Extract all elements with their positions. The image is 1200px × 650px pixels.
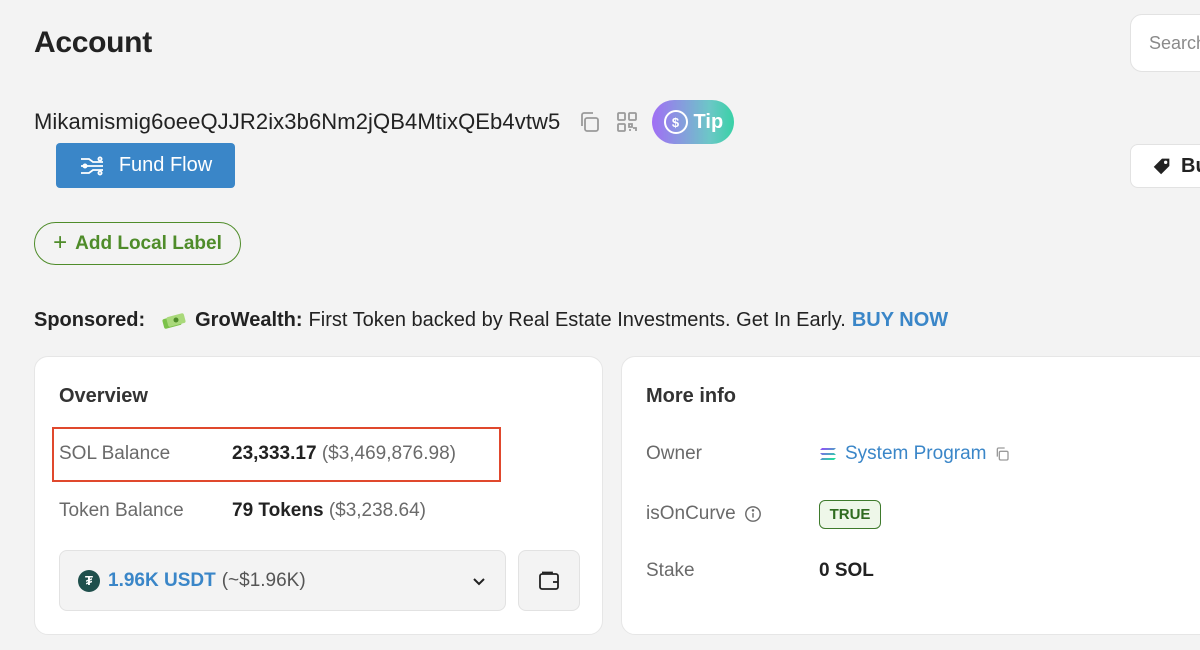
token-balance-value: 79 Tokens ($3,238.64) bbox=[232, 500, 426, 522]
account-address: Mikamismig6oeeQJJR2ix3b6Nm2jQB4MtixQEb4v… bbox=[34, 109, 561, 134]
sol-amount: 23,333.17 bbox=[232, 443, 317, 464]
buy-button[interactable]: Bu bbox=[1130, 144, 1200, 188]
overview-card: Overview SOL Balance 23,333.17 ($3,469,8… bbox=[34, 356, 603, 635]
more-info-card: More info Owner System Program isOnCurve… bbox=[621, 356, 1200, 635]
sol-usd: ($3,469,876.98) bbox=[321, 443, 456, 464]
solana-icon bbox=[820, 448, 836, 460]
is-on-curve-label: isOnCurve bbox=[646, 503, 736, 524]
fund-flow-label: Fund Flow bbox=[118, 154, 213, 176]
token-dropdown[interactable]: ₮ 1.96K USDT (~$1.96K) bbox=[59, 550, 506, 611]
sponsored-label: Sponsored: bbox=[34, 309, 146, 331]
copy-icon[interactable] bbox=[994, 446, 1010, 462]
add-local-label-button[interactable]: + Add Local Label bbox=[34, 222, 241, 265]
sponsored-brand: GroWealth: bbox=[195, 309, 303, 331]
system-program-link[interactable]: System Program bbox=[845, 443, 986, 465]
owner-value: System Program bbox=[819, 443, 1010, 465]
more-info-title: More info bbox=[646, 385, 736, 407]
wallet-icon bbox=[539, 571, 559, 590]
usdt-icon: ₮ bbox=[78, 569, 100, 592]
tip-label: Tip bbox=[693, 110, 724, 133]
token-dropdown-amount: 1.96K USDT bbox=[108, 569, 216, 591]
fund-flow-button[interactable]: Fund Flow bbox=[56, 143, 235, 188]
chevron-down-icon bbox=[471, 573, 487, 589]
copy-icon[interactable] bbox=[576, 109, 602, 135]
token-count: 79 Tokens bbox=[232, 500, 324, 521]
is-on-curve-badge: TRUE bbox=[819, 500, 881, 529]
plus-icon: + bbox=[53, 228, 68, 256]
address-row: Mikamismig6oeeQJJR2ix3b6Nm2jQB4MtixQEb4v… bbox=[34, 100, 735, 144]
tag-icon bbox=[1153, 158, 1170, 175]
owner-label: Owner bbox=[646, 443, 702, 464]
overview-title: Overview bbox=[59, 385, 148, 407]
stake-amount: 0 SOL bbox=[819, 560, 874, 581]
stake-value: 0 SOL bbox=[819, 560, 874, 582]
is-on-curve-row: isOnCurve bbox=[646, 503, 762, 525]
qr-code-icon[interactable] bbox=[614, 109, 640, 135]
growealth-logo-icon bbox=[161, 311, 187, 331]
stake-label: Stake bbox=[646, 560, 695, 581]
tip-button[interactable]: $ Tip bbox=[652, 100, 735, 144]
sol-balance-label: SOL Balance bbox=[59, 443, 171, 464]
sol-balance-value: 23,333.17 ($3,469,876.98) bbox=[232, 443, 456, 465]
search-placeholder: Search bbox=[1149, 32, 1200, 53]
dollar-icon: $ bbox=[663, 110, 688, 134]
buy-now-link[interactable]: BUY NOW bbox=[852, 309, 948, 332]
wallet-button[interactable] bbox=[518, 550, 580, 611]
sponsored-text: First Token backed by Real Estate Invest… bbox=[308, 309, 846, 331]
buy-label: Bu bbox=[1181, 154, 1200, 177]
page-title: Account bbox=[34, 26, 152, 59]
info-icon[interactable] bbox=[744, 505, 762, 523]
token-dropdown-usd: (~$1.96K) bbox=[221, 569, 306, 591]
sponsored-banner: Sponsored: GroWealth: First Token backed… bbox=[34, 309, 948, 332]
add-local-label-text: Add Local Label bbox=[75, 232, 222, 254]
token-balance-label: Token Balance bbox=[59, 500, 184, 521]
search-input[interactable]: Search bbox=[1130, 14, 1200, 72]
fund-flow-icon bbox=[80, 156, 103, 175]
token-usd: ($3,238.64) bbox=[328, 500, 426, 521]
